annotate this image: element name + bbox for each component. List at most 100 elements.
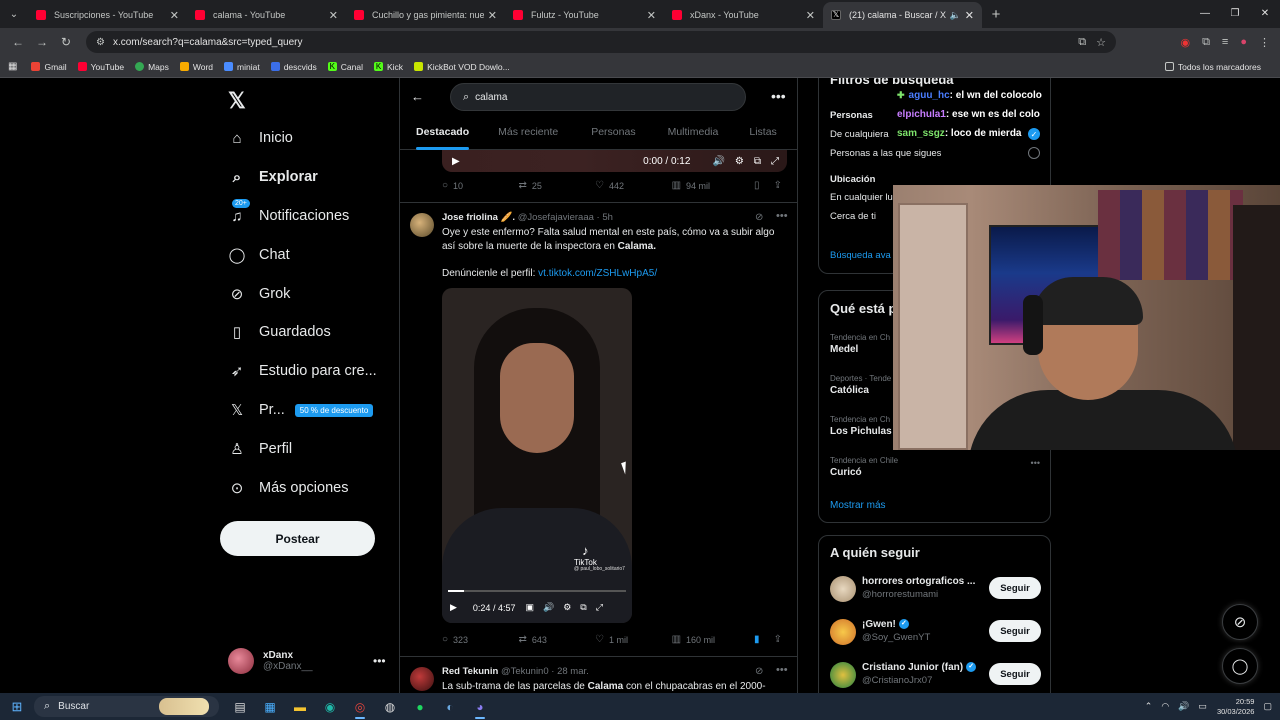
file-explorer-icon[interactable]: ▬ xyxy=(285,694,315,719)
tab-multimedia[interactable]: Multimedia xyxy=(668,118,719,149)
tab-personas[interactable]: Personas xyxy=(591,118,635,149)
bookmark-miniat[interactable]: miniat xyxy=(224,62,260,72)
bookmark-kick[interactable]: K Kick xyxy=(374,62,403,72)
tab-xdanx-youtube[interactable]: xDanx - YouTube ✕ xyxy=(664,2,823,28)
tab-suscripciones[interactable]: Suscripciones - YouTube ✕ xyxy=(28,2,187,28)
views-button[interactable]: ▥ 94 mil xyxy=(672,180,754,191)
bookmark-gmail[interactable]: Gmail xyxy=(31,62,67,72)
tab-fulutz[interactable]: Fulutz - YouTube ✕ xyxy=(505,2,664,28)
fullscreen-icon[interactable]: ⤢ xyxy=(771,156,779,167)
tab-destacado[interactable]: Destacado xyxy=(416,118,470,150)
close-tab-icon[interactable]: ✕ xyxy=(488,9,497,22)
reload-icon[interactable]: ↻ xyxy=(54,35,78,49)
share-button[interactable]: ⇪ xyxy=(774,180,787,191)
url-text[interactable]: x.com/search?q=calama&src=typed_query xyxy=(113,37,1068,48)
avatar[interactable] xyxy=(830,576,856,602)
follow-button[interactable]: Seguir xyxy=(989,620,1041,642)
back-icon[interactable]: ← xyxy=(6,35,30,49)
repost-button[interactable]: ⇄ 643 xyxy=(519,634,596,645)
bookmark-youtube[interactable]: YouTube xyxy=(77,62,124,72)
account-switcher[interactable]: xDanx @xDanx__ ••• xyxy=(228,648,386,674)
address-bar[interactable]: ⚙ x.com/search?q=calama&src=typed_query … xyxy=(86,31,1116,53)
tweet-time[interactable]: · 5h xyxy=(597,212,613,223)
edge-icon[interactable]: ◉ xyxy=(315,694,345,719)
close-tab-icon[interactable]: ✕ xyxy=(647,9,656,22)
advanced-search-link[interactable]: Búsqueda ava xyxy=(830,250,891,261)
nav-grok[interactable]: ⊘ Grok xyxy=(228,282,291,306)
video-progress[interactable] xyxy=(448,590,626,592)
fullscreen-icon[interactable]: ⤢ xyxy=(596,602,603,613)
more-dots-icon[interactable]: ••• xyxy=(776,210,788,222)
search-input[interactable]: ⌕ calama xyxy=(450,83,746,111)
tweet-card[interactable]: Red Tekunin @Tekunin0 · 28 mar. ⊘ ••• La… xyxy=(400,656,797,693)
more-dots-icon[interactable]: ••• xyxy=(771,88,786,104)
bookmark-kickbot[interactable]: KickBot VOD Dowlo... xyxy=(414,62,510,72)
bookmark-descvids[interactable]: descvids xyxy=(270,62,317,72)
avatar[interactable] xyxy=(830,619,856,645)
follow-suggestion[interactable]: horrores ortograficos ... @horrorestumam… xyxy=(830,574,1041,604)
close-tab-icon[interactable]: ✕ xyxy=(329,9,338,22)
follow-suggestion[interactable]: ¡Gwen! ✓ @Soy_GwenYT Seguir xyxy=(830,617,1041,647)
like-button[interactable]: ♡ 1 mil xyxy=(595,634,672,645)
tab-listas[interactable]: Listas xyxy=(749,118,776,149)
suggestion-name[interactable]: horrores ortograficos ... xyxy=(862,576,975,587)
back-arrow-icon[interactable]: ← xyxy=(411,89,424,104)
minimize-icon[interactable]: — xyxy=(1190,0,1220,28)
forward-icon[interactable]: → xyxy=(30,35,54,49)
grok-float-button[interactable]: ⊘ xyxy=(1222,604,1258,640)
tweet-link[interactable]: vt.tiktok.com/ZSHLwHpA5/ xyxy=(538,268,657,279)
author-name[interactable]: Red Tekunin xyxy=(442,666,498,677)
task-view-icon[interactable]: ▤ xyxy=(225,694,255,719)
follow-button[interactable]: Seguir xyxy=(989,663,1041,685)
suggestion-name[interactable]: Cristiano Junior (fan) ✓ xyxy=(862,662,977,673)
tab-calama-youtube[interactable]: calama - YouTube ✕ xyxy=(187,2,346,28)
settings-icon[interactable]: ⚙ xyxy=(563,602,571,613)
tab-mas-reciente[interactable]: Más reciente xyxy=(498,118,558,149)
volume-icon[interactable]: 🔊 xyxy=(1178,701,1189,712)
avatar[interactable] xyxy=(410,667,434,691)
radio-icon[interactable] xyxy=(1028,147,1040,159)
like-button[interactable]: ♡ 442 xyxy=(595,180,672,191)
show-more-link[interactable]: Mostrar más xyxy=(830,500,886,511)
nav-guardados[interactable]: ▯ Guardados xyxy=(228,320,331,344)
settings-icon[interactable]: ⚙ xyxy=(735,156,744,167)
taskbar-search[interactable]: ⌕ Buscar xyxy=(34,696,219,717)
tweet-card[interactable]: Jose friolina 🥖. @Josefajavieraaa · 5h ⊘… xyxy=(400,202,797,656)
post-button[interactable]: Postear xyxy=(220,521,375,556)
volume-icon[interactable]: 🔊 xyxy=(543,602,554,613)
profile-avatar-icon[interactable]: ● xyxy=(1240,36,1247,49)
pip-icon[interactable]: ⧉ xyxy=(754,156,761,167)
store-icon[interactable]: ▦ xyxy=(255,694,285,719)
more-dots-icon[interactable]: ••• xyxy=(373,654,386,668)
bookmark-canal[interactable]: K Canal xyxy=(327,62,363,72)
share-button[interactable]: ⇪ xyxy=(774,634,787,645)
tab-x-search[interactable]: 𝕏 (21) calama - Buscar / X 🔈 ✕ xyxy=(823,2,982,28)
suggestion-name[interactable]: ¡Gwen! ✓ xyxy=(862,619,909,630)
pip-icon[interactable]: ⧉ xyxy=(580,602,586,613)
media-controls-icon[interactable]: ≡ xyxy=(1222,36,1228,49)
browser-menu-icon[interactable]: ⋮ xyxy=(1259,36,1270,49)
close-tab-icon[interactable]: ✕ xyxy=(965,9,974,22)
nav-chat[interactable]: ◯ Chat xyxy=(228,243,290,267)
bookmark-button[interactable]: ▮ xyxy=(754,634,774,645)
more-dots-icon[interactable]: ••• xyxy=(1031,458,1040,468)
windows-start-icon[interactable]: ⊞ xyxy=(0,699,34,715)
bookmark-star-icon[interactable]: ☆ xyxy=(1096,36,1106,49)
spotify-icon[interactable]: ● xyxy=(405,694,435,719)
wifi-icon[interactable]: ◠ xyxy=(1161,701,1169,712)
grok-icon[interactable]: ⊘ xyxy=(755,666,763,677)
nav-explorar[interactable]: ⌕ Explorar xyxy=(228,165,318,189)
avatar[interactable] xyxy=(830,662,856,688)
speaker-icon[interactable]: 🔈 xyxy=(950,10,961,21)
all-bookmarks[interactable]: Todos los marcadores xyxy=(1164,62,1261,72)
trend-item[interactable]: Tendencia en Chile Curicó ••• xyxy=(830,456,1040,478)
tweet-time[interactable]: · 28 mar. xyxy=(551,666,589,677)
battery-icon[interactable]: ▭ xyxy=(1198,701,1207,712)
nav-notificaciones[interactable]: ♫ 20+ Notificaciones xyxy=(228,199,349,228)
author-handle[interactable]: @Tekunin0 xyxy=(501,666,549,677)
close-tab-icon[interactable]: ✕ xyxy=(170,9,179,22)
tweet-video[interactable]: ♪ TikTok @ paul_lobo_solitario7 ▶ 0:24 / … xyxy=(442,288,632,623)
avatar[interactable] xyxy=(410,213,434,237)
tab-search-icon[interactable]: ⌄ xyxy=(0,0,28,28)
captions-icon[interactable]: ▣ xyxy=(525,602,534,613)
